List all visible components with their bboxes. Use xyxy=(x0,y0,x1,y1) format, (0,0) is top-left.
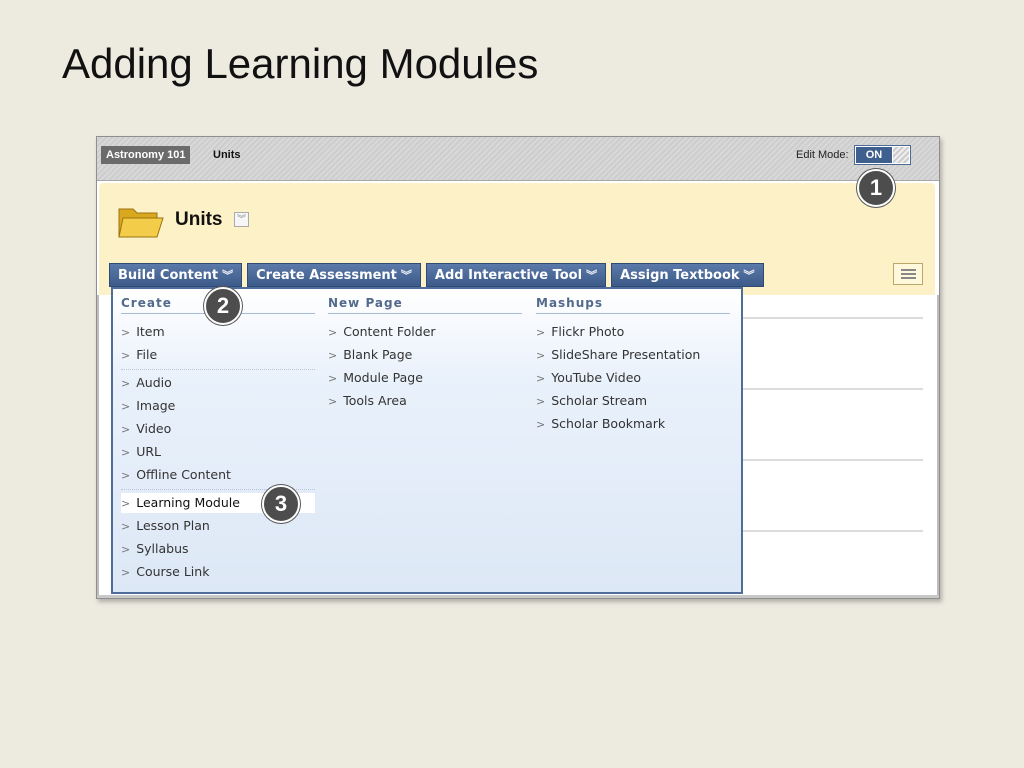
chevron-right-icon: > xyxy=(121,400,131,413)
add-interactive-tool-label: Add Interactive Tool xyxy=(434,268,583,283)
menu-item-offline-content[interactable]: > Offline Content xyxy=(121,465,315,485)
chevron-right-icon: > xyxy=(536,349,546,362)
list-divider xyxy=(737,530,923,532)
edit-mode-label: Edit Mode: xyxy=(796,149,849,161)
callout-badge-1: 1 xyxy=(857,169,895,207)
breadcrumb-bar: Astronomy 101 Units Edit Mode: ON xyxy=(97,137,939,181)
add-interactive-tool-button[interactable]: Add Interactive Tool ︾ xyxy=(425,263,607,287)
build-content-button[interactable]: Build Content ︾ xyxy=(109,263,243,287)
menu-item-label: Syllabus xyxy=(136,541,189,556)
chevron-down-icon: ︾ xyxy=(586,269,598,282)
menu-item-file[interactable]: > File xyxy=(121,345,315,365)
view-options-icon[interactable] xyxy=(893,263,923,285)
chevron-right-icon: > xyxy=(121,566,131,579)
chevron-right-icon: > xyxy=(328,395,338,408)
menu-item-item[interactable]: > Item xyxy=(121,322,315,342)
menu-item-label: Lesson Plan xyxy=(136,518,210,533)
chevron-right-icon: > xyxy=(328,326,338,339)
menu-item-label: Image xyxy=(136,398,176,413)
menu-item-scholar-stream[interactable]: > Scholar Stream xyxy=(536,391,730,411)
folder-icon xyxy=(118,208,164,238)
edit-mode-on-label: ON xyxy=(856,147,892,163)
menu-item-label: Learning Module xyxy=(136,495,240,510)
chevron-right-icon: > xyxy=(536,326,546,339)
menu-item-label: Scholar Stream xyxy=(551,393,648,408)
menu-separator xyxy=(121,369,315,370)
breadcrumb-course[interactable]: Astronomy 101 xyxy=(101,146,191,164)
menu-item-label: File xyxy=(136,347,158,362)
menu-heading-new-page: New Page xyxy=(328,296,522,314)
menu-item-label: Item xyxy=(136,324,165,339)
edit-mode-toggle[interactable]: ON xyxy=(854,145,911,165)
menu-item-label: SlideShare Presentation xyxy=(551,347,701,362)
chevron-right-icon: > xyxy=(536,372,546,385)
menu-item-label: URL xyxy=(136,444,162,459)
list-divider xyxy=(737,317,923,319)
chevron-right-icon: > xyxy=(536,418,546,431)
content-border xyxy=(97,595,939,598)
chevron-down-icon: ︾ xyxy=(400,269,412,282)
list-divider xyxy=(737,459,923,461)
create-assessment-button[interactable]: Create Assessment ︾ xyxy=(247,263,421,287)
chevron-right-icon: > xyxy=(328,349,338,362)
action-bar: Build Content ︾ Create Assessment ︾ Add In… xyxy=(109,263,764,287)
chevron-right-icon: > xyxy=(121,446,131,459)
chevron-right-icon: > xyxy=(121,377,131,390)
chevron-right-icon: > xyxy=(121,349,131,362)
menu-item-tools-area[interactable]: > Tools Area xyxy=(328,391,522,411)
screenshot-frame: Astronomy 101 Units Edit Mode: ON Units … xyxy=(96,136,940,599)
callout-badge-3: 3 xyxy=(262,485,300,523)
chevron-right-icon: > xyxy=(121,423,131,436)
assign-textbook-label: Assign Textbook xyxy=(620,268,740,283)
menu-item-scholar-bookmark[interactable]: > Scholar Bookmark xyxy=(536,414,730,434)
menu-item-blank-page[interactable]: > Blank Page xyxy=(328,345,522,365)
chevron-down-icon: ︾ xyxy=(222,269,234,282)
chevron-down-icon: ︾ xyxy=(743,269,755,282)
menu-item-label: Module Page xyxy=(343,370,423,385)
menu-item-label: Scholar Bookmark xyxy=(551,416,666,431)
build-content-menu: Create > Item > File > Audio > Image > Video … xyxy=(111,287,743,594)
chevron-right-icon: > xyxy=(121,520,131,533)
menu-item-slideshare-presentation[interactable]: > SlideShare Presentation xyxy=(536,345,730,365)
chevron-right-icon: > xyxy=(121,497,131,510)
chevron-right-icon: > xyxy=(536,395,546,408)
menu-item-syllabus[interactable]: > Syllabus xyxy=(121,539,315,559)
menu-item-label: Content Folder xyxy=(343,324,436,339)
menu-item-flickr-photo[interactable]: > Flickr Photo xyxy=(536,322,730,342)
menu-item-module-page[interactable]: > Module Page xyxy=(328,368,522,388)
menu-item-label: Video xyxy=(136,421,172,436)
menu-item-label: Tools Area xyxy=(343,393,407,408)
menu-item-image[interactable]: > Image xyxy=(121,396,315,416)
menu-item-video[interactable]: > Video xyxy=(121,419,315,439)
assign-textbook-button[interactable]: Assign Textbook ︾ xyxy=(611,263,764,287)
chevron-right-icon: > xyxy=(121,543,131,556)
page-title: Units xyxy=(175,209,223,230)
chevron-right-icon: > xyxy=(121,326,131,339)
chevron-down-icon[interactable]: ︾ xyxy=(234,212,249,227)
content-border xyxy=(97,295,99,598)
build-content-label: Build Content xyxy=(118,268,219,283)
menu-item-label: Course Link xyxy=(136,564,210,579)
breadcrumb-page[interactable]: Units xyxy=(213,146,241,164)
menu-item-label: YouTube Video xyxy=(551,370,642,385)
menu-heading-mashups: Mashups xyxy=(536,296,730,314)
menu-item-label: Blank Page xyxy=(343,347,413,362)
chevron-right-icon: > xyxy=(328,372,338,385)
callout-badge-2: 2 xyxy=(204,287,242,325)
content-border xyxy=(937,295,939,598)
menu-item-content-folder[interactable]: > Content Folder xyxy=(328,322,522,342)
menu-item-url[interactable]: > URL xyxy=(121,442,315,462)
menu-item-audio[interactable]: > Audio xyxy=(121,373,315,393)
menu-item-youtube-video[interactable]: > YouTube Video xyxy=(536,368,730,388)
menu-item-label: Flickr Photo xyxy=(551,324,625,339)
chevron-right-icon: > xyxy=(121,469,131,482)
menu-item-label: Audio xyxy=(136,375,172,390)
edit-mode-off-area xyxy=(893,147,909,163)
menu-item-label: Offline Content xyxy=(136,467,231,482)
menu-item-course-link[interactable]: > Course Link xyxy=(121,562,315,582)
create-assessment-label: Create Assessment xyxy=(256,268,397,283)
slide-title: Adding Learning Modules xyxy=(62,40,539,87)
list-divider xyxy=(737,388,923,390)
